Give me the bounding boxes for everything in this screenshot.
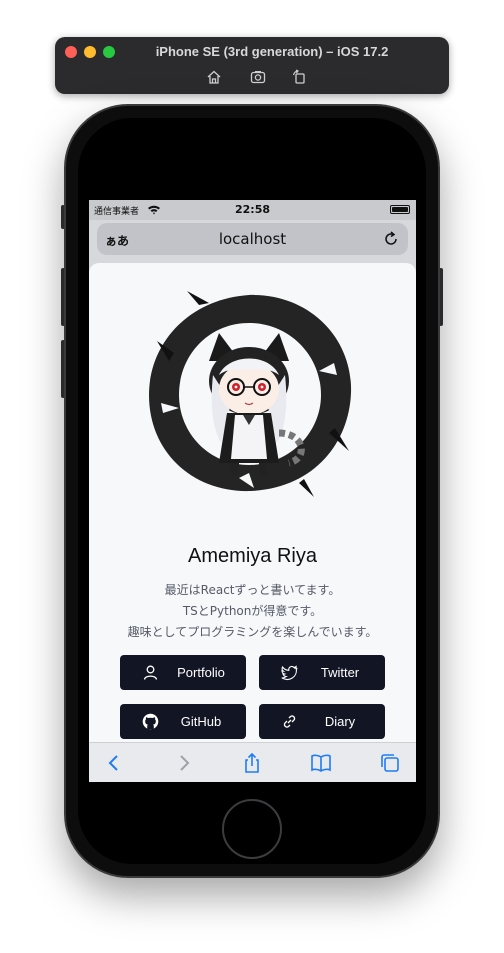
diary-label: Diary: [324, 714, 356, 729]
profile-bio: 最近はReactずっと書いてます。 TSとPythonが得意です。 趣味としてプ…: [89, 580, 416, 643]
portfolio-label: Portfolio: [177, 665, 225, 680]
github-button[interactable]: GitHub: [120, 704, 246, 739]
page-content: Amemiya Riya 最近はReactずっと書いてます。 TSとPython…: [89, 263, 416, 753]
rotate-icon[interactable]: [291, 69, 307, 85]
bookmarks-icon[interactable]: [310, 752, 332, 774]
diary-button[interactable]: Diary: [259, 704, 385, 739]
address-bar[interactable]: ぁあ localhost: [97, 223, 408, 255]
screenshot-icon[interactable]: [250, 69, 266, 85]
avatar: [149, 291, 352, 497]
profile-name: Amemiya Riya: [188, 545, 317, 567]
bio-line: TSとPythonが得意です。: [182, 604, 323, 618]
forward-icon[interactable]: [173, 752, 195, 774]
tabs-icon[interactable]: [379, 752, 401, 774]
home-button[interactable]: [222, 799, 282, 859]
twitter-button[interactable]: Twitter: [259, 655, 385, 690]
bio-line: 最近はReactずっと書いてます。: [164, 583, 341, 597]
home-icon[interactable]: [206, 69, 222, 85]
twitter-label: Twitter: [320, 665, 360, 680]
share-icon[interactable]: [241, 752, 263, 774]
clock: 22:58: [234, 203, 270, 216]
simulator-title: iPhone SE (3rd generation) – iOS 17.2: [155, 44, 389, 59]
safari-toolbar: [89, 742, 416, 782]
reload-icon[interactable]: [382, 230, 400, 248]
github-label: GitHub: [180, 714, 222, 729]
bio-line: 趣味としてプログラミングを楽しんでいます。: [127, 625, 378, 639]
phone-screen: 通信事業者 22:58 ぁあ localhost Amemiya Riya 最近…: [89, 200, 416, 782]
back-icon[interactable]: [103, 752, 125, 774]
url-host[interactable]: localhost: [97, 230, 408, 248]
simulator-title-bar: iPhone SE (3rd generation) – iOS 17.2: [55, 37, 449, 94]
status-bar: 通信事業者 22:58: [89, 200, 416, 220]
portfolio-button[interactable]: Portfolio: [120, 655, 246, 690]
battery-icon: [390, 205, 410, 214]
